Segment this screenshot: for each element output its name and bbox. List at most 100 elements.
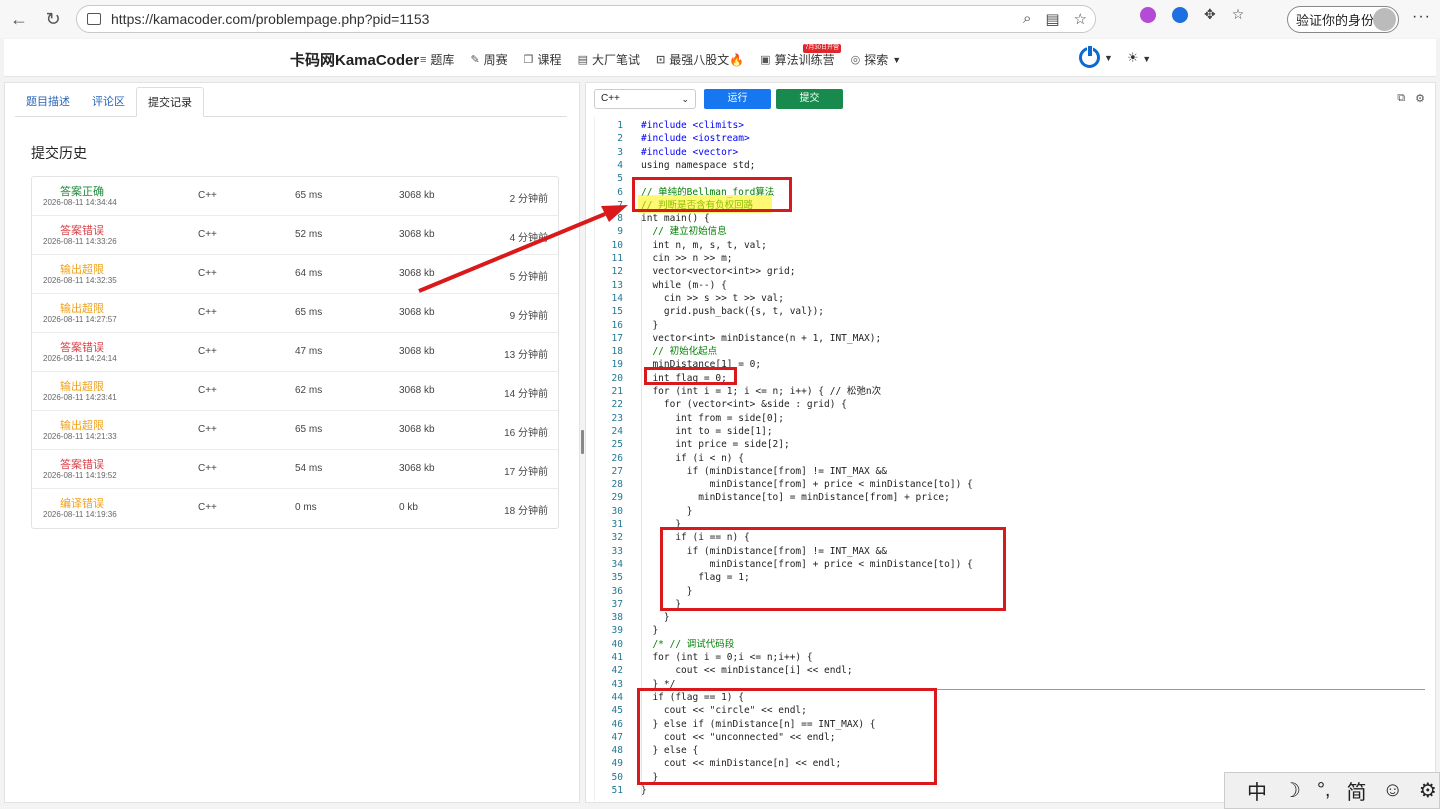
line-number: 51: [611, 785, 623, 796]
submission-status[interactable]: 答案正确: [60, 183, 104, 199]
table-row[interactable]: 输出超限 2026-08-11 14:23:41 C++ 62 ms 3068 kb 14…: [32, 372, 558, 411]
puzzle-icon[interactable]: ✥: [1204, 6, 1216, 23]
punctuation-icon[interactable]: °,: [1309, 779, 1339, 802]
run-button[interactable]: 运行: [704, 89, 771, 109]
table-row[interactable]: 答案错误 2026-08-11 14:19:52 C++ 54 ms 3068 kb 17…: [32, 450, 558, 489]
line-number: 42: [611, 665, 623, 677]
submission-language: C++: [198, 346, 217, 357]
compass-icon: ◎: [850, 54, 861, 66]
favorites-icon[interactable]: ☆: [1232, 6, 1245, 23]
gear-icon[interactable]: ⚙: [1411, 778, 1440, 803]
moon-icon[interactable]: ☽: [1275, 778, 1309, 803]
code-icon: ⊡: [655, 54, 666, 66]
panel-splitter[interactable]: [581, 430, 584, 454]
problem-tabs: 题目描述 评论区 提交记录: [15, 87, 567, 117]
code-line: 2 #include <iostream>: [595, 132, 1428, 145]
line-number: 25: [611, 439, 623, 451]
table-row[interactable]: 输出超限 2026-08-11 14:32:35 C++ 64 ms 3068 kb 5 …: [32, 255, 558, 294]
zoom-icon[interactable]: ⌕: [1023, 10, 1031, 28]
submission-status[interactable]: 编译错误: [60, 495, 104, 511]
line-number: 27: [611, 465, 623, 477]
more-icon[interactable]: ···: [1412, 8, 1431, 26]
nav-item-exams[interactable]: ▤ 大厂笔试: [578, 51, 640, 68]
nav-item-explore[interactable]: ◎ 探索 ▼: [851, 51, 902, 68]
chevron-down-icon: ▼: [1142, 54, 1152, 64]
submission-runtime: 47 ms: [295, 346, 323, 357]
code-text: cout << minDistance[i] << endl;: [641, 665, 853, 677]
back-icon[interactable]: ←: [4, 4, 34, 34]
line-number: 9: [617, 226, 623, 238]
table-row[interactable]: 编译错误 2026-08-11 14:19:36 C++ 0 ms 0 kb 18 分钟前: [32, 489, 558, 528]
code-line: 38 }: [595, 611, 1428, 624]
code-format-icon[interactable]: ⧉: [1397, 92, 1405, 105]
table-row[interactable]: 输出超限 2026-08-11 14:27:57 C++ 65 ms 3068 kb 9 …: [32, 294, 558, 333]
line-number: 24: [611, 425, 623, 437]
extension-icon[interactable]: [1172, 6, 1188, 23]
line-number: 8: [617, 213, 623, 225]
favorite-icon[interactable]: ☆: [1074, 10, 1087, 28]
code-text: if (minDistance[from] != INT_MAX &&: [641, 465, 887, 477]
submission-status[interactable]: 答案错误: [60, 456, 104, 472]
refresh-icon[interactable]: ↻: [38, 4, 68, 34]
language-select[interactable]: C++ ⌄: [594, 89, 696, 109]
table-row[interactable]: 答案错误 2026-08-11 14:33:26 C++ 52 ms 3068 kb 4 …: [32, 216, 558, 255]
line-number: 49: [611, 758, 623, 770]
submission-age: 17 分钟前: [504, 467, 548, 478]
profile-button[interactable]: 验证你的身份: [1287, 6, 1399, 33]
submission-runtime: 52 ms: [295, 229, 323, 240]
chevron-down-icon[interactable]: ▼: [1104, 53, 1113, 63]
submission-status[interactable]: 输出超限: [60, 378, 104, 394]
code-text: // 初始化起点: [641, 346, 718, 358]
theme-icon[interactable]: ☀ ▼: [1127, 50, 1151, 66]
line-number: 37: [611, 598, 623, 610]
reader-icon[interactable]: ▤: [1045, 10, 1059, 28]
submission-runtime: 62 ms: [295, 385, 323, 396]
nav-item-interview[interactable]: ⊡ 最强八股文🔥: [656, 51, 744, 68]
code-line: 14 cin >> s >> t >> val;: [595, 292, 1428, 305]
submission-language: C++: [198, 229, 217, 240]
submission-status[interactable]: 答案错误: [60, 222, 104, 238]
code-line: 22 for (vector<int> &side : grid) {: [595, 398, 1428, 411]
code-line: 42 cout << minDistance[i] << endl;: [595, 664, 1428, 677]
ime-script[interactable]: 简: [1339, 776, 1375, 805]
nav-item-problems[interactable]: ≡ 题库: [420, 51, 454, 68]
line-number: 15: [611, 306, 623, 318]
submission-status[interactable]: 输出超限: [60, 261, 104, 277]
nav-item-contest[interactable]: ✎ 周赛: [470, 51, 507, 68]
line-number: 14: [611, 292, 623, 304]
submission-status[interactable]: 输出超限: [60, 417, 104, 433]
power-icon[interactable]: [1079, 45, 1100, 68]
submission-timestamp: 2026-08-11 14:32:35: [43, 276, 117, 285]
line-number: 7: [617, 199, 623, 211]
line-number: 19: [611, 359, 623, 371]
ime-mode[interactable]: 中: [1239, 776, 1275, 805]
line-number: 32: [611, 532, 623, 544]
submission-status[interactable]: 输出超限: [60, 300, 104, 316]
line-number: 3: [617, 146, 623, 158]
table-row[interactable]: 输出超限 2026-08-11 14:21:33 C++ 65 ms 3068 kb 16…: [32, 411, 558, 450]
table-row[interactable]: 答案错误 2026-08-11 14:24:14 C++ 47 ms 3068 kb 13…: [32, 333, 558, 372]
code-text: while (m--) {: [641, 279, 727, 291]
line-number: 36: [611, 585, 623, 597]
table-row[interactable]: 答案正确 2026-08-11 14:34:44 C++ 65 ms 3068 kb 2 …: [32, 177, 558, 216]
tab-comments[interactable]: 评论区: [81, 87, 136, 117]
ime-toolbar: 中 ☽ °, 简 ☺ ⚙: [1224, 772, 1440, 809]
code-text: #include <climits>: [641, 120, 744, 131]
extension-icon[interactable]: [1140, 6, 1156, 23]
submit-button[interactable]: 提交: [776, 89, 843, 109]
submission-timestamp: 2026-08-11 14:33:26: [43, 237, 117, 246]
line-number: 33: [611, 545, 623, 557]
nav-item-courses[interactable]: ❐ 课程: [524, 51, 562, 68]
gear-icon[interactable]: ⚙: [1415, 92, 1425, 105]
doc-icon: ▤: [577, 54, 588, 66]
tab-description[interactable]: 题目描述: [15, 87, 81, 117]
url-text[interactable]: https://kamacoder.com/problempage.php?pi…: [111, 11, 429, 27]
nav-item-camp[interactable]: ▣ 算法训练营: [760, 51, 834, 68]
address-bar[interactable]: https://kamacoder.com/problempage.php?pi…: [76, 5, 1096, 33]
submission-timestamp: 2026-08-11 14:34:44: [43, 198, 117, 207]
code-line: 9 // 建立初始信息: [595, 225, 1428, 238]
site-brand[interactable]: 卡码网KamaCoder: [290, 49, 419, 70]
emoji-icon[interactable]: ☺: [1375, 779, 1411, 802]
tab-submissions[interactable]: 提交记录: [136, 87, 204, 117]
submission-status[interactable]: 答案错误: [60, 339, 104, 355]
